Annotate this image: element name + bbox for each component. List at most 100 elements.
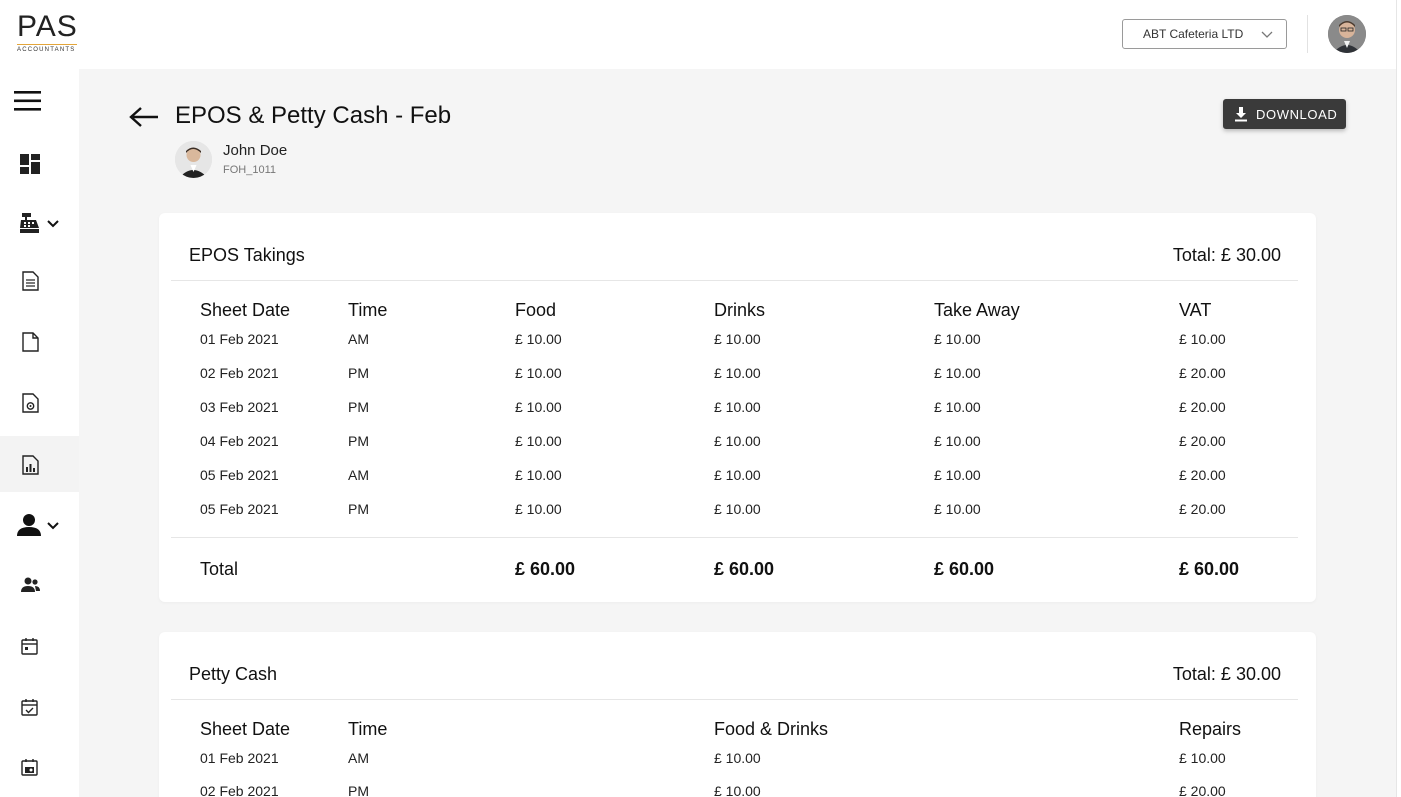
column-header-take-away: Take Away <box>934 300 1020 320</box>
epos-cell-drinks: £ 10.00 <box>714 399 761 415</box>
page-title: EPOS & Petty Cash - Feb <box>175 102 452 129</box>
sidebar-item-reports[interactable] <box>22 383 42 423</box>
back-arrow-icon[interactable] <box>128 104 162 130</box>
account-avatar-image <box>1328 15 1366 53</box>
pas-logo[interactable]: PAS ACCOUNTANTS <box>17 12 79 58</box>
epos-cell-food: £ 10.00 <box>515 331 562 347</box>
sidebar-menu-toggle[interactable] <box>13 81 53 121</box>
sidebar-item-epos[interactable] <box>18 203 63 243</box>
epos-cell-food: £ 10.00 <box>515 467 562 483</box>
epos-cell-vat: £ 20.00 <box>1179 433 1226 449</box>
epos-cell-drinks: £ 10.00 <box>714 331 761 347</box>
petty-cell-time: AM <box>348 750 369 766</box>
download-icon <box>1235 107 1247 122</box>
document-icon <box>22 332 39 352</box>
column-header-sheet-date: Sheet Date <box>200 300 291 320</box>
document-settings-icon <box>22 393 39 413</box>
petty-header-divider <box>171 699 1298 700</box>
dashboard-icon <box>20 154 40 174</box>
epos-total-food: £ 60.00 <box>515 559 576 579</box>
epos-total-take-away: £ 60.00 <box>934 559 995 579</box>
sidebar-item-people[interactable] <box>16 505 64 545</box>
epos-total-vat: £ 60.00 <box>1179 559 1240 579</box>
epos-cell-sheet-date: 03 Feb 2021 <box>200 399 279 415</box>
epos-cell-vat: £ 20.00 <box>1179 365 1226 381</box>
epos-cell-vat: £ 10.00 <box>1179 331 1226 347</box>
epos-cell-vat: £ 20.00 <box>1179 501 1226 517</box>
user-name: John Doe <box>223 142 288 159</box>
epos-cell-sheet-date: 01 Feb 2021 <box>200 331 279 347</box>
scrollbar-track[interactable] <box>1396 0 1401 797</box>
sidebar-item-staff[interactable] <box>20 565 44 605</box>
petty-card-total: Total: £ 30.00 <box>1172 664 1281 684</box>
epos-cell-take-away: £ 10.00 <box>934 331 981 347</box>
epos-cell-vat: £ 20.00 <box>1179 467 1226 483</box>
account-avatar[interactable] <box>1328 15 1366 53</box>
epos-cell-food: £ 10.00 <box>515 433 562 449</box>
sidebar-item-documents[interactable] <box>22 322 42 362</box>
column-header-food: Food <box>515 300 557 320</box>
epos-cell-food: £ 10.00 <box>515 365 562 381</box>
epos-cell-time: PM <box>348 501 369 517</box>
company-select[interactable]: ABT Cafeteria LTD <box>1122 19 1287 49</box>
epos-cell-sheet-date: 02 Feb 2021 <box>200 365 279 381</box>
petty-cell-food-drinks: £ 10.00 <box>714 783 761 797</box>
epos-cell-vat: £ 20.00 <box>1179 399 1226 415</box>
epos-cell-take-away: £ 10.00 <box>934 433 981 449</box>
calendar-icon <box>21 638 38 655</box>
epos-cell-sheet-date: 05 Feb 2021 <box>200 467 279 483</box>
epos-cell-drinks: £ 10.00 <box>714 365 761 381</box>
user-code: FOH_1011 <box>223 164 276 176</box>
petty-cash-card: Petty Cash Total: £ 30.00 Sheet Date Tim… <box>159 632 1316 797</box>
sidebar-item-analytics[interactable] <box>22 445 42 485</box>
epos-cell-take-away: £ 10.00 <box>934 467 981 483</box>
epos-cell-time: PM <box>348 365 369 381</box>
sidebar-item-sheets[interactable] <box>22 261 42 301</box>
sidebar-item-rota[interactable] <box>21 747 41 787</box>
epos-cell-time: PM <box>348 433 369 449</box>
column-header-sheet-date: Sheet Date <box>200 719 291 739</box>
petty-cell-time: PM <box>348 783 369 797</box>
sidebar-item-calendar[interactable] <box>21 626 41 666</box>
epos-header-divider <box>171 280 1298 281</box>
download-button[interactable]: DOWNLOAD <box>1223 99 1346 129</box>
epos-takings-card: EPOS Takings Total: £ 30.00 Sheet Date T… <box>159 213 1316 602</box>
epos-card-total: Total: £ 30.00 <box>1172 245 1281 265</box>
top-bar: PAS ACCOUNTANTS ABT Cafeteria LTD <box>0 0 1396 69</box>
epos-cell-food: £ 10.00 <box>515 399 562 415</box>
report-chart-icon <box>22 455 39 475</box>
person-icon <box>17 514 41 536</box>
epos-cell-take-away: £ 10.00 <box>934 501 981 517</box>
epos-cell-time: PM <box>348 399 369 415</box>
sidebar-item-schedule[interactable] <box>21 687 41 727</box>
user-avatar-image <box>175 141 212 178</box>
logo-sub-text: ACCOUNTANTS <box>17 47 76 53</box>
column-header-drinks: Drinks <box>714 300 766 320</box>
epos-cell-drinks: £ 10.00 <box>714 501 761 517</box>
petty-card-title: Petty Cash <box>189 664 278 684</box>
calendar-check-icon <box>21 699 38 716</box>
epos-cell-sheet-date: 05 Feb 2021 <box>200 501 279 517</box>
epos-cell-food: £ 10.00 <box>515 501 562 517</box>
column-header-vat: VAT <box>1179 300 1212 320</box>
chevron-down-icon <box>1261 31 1273 38</box>
download-button-label: DOWNLOAD <box>1256 106 1338 122</box>
people-icon <box>21 577 40 592</box>
column-header-time: Time <box>348 300 388 320</box>
epos-cell-take-away: £ 10.00 <box>934 399 981 415</box>
epos-total-drinks: £ 60.00 <box>714 559 775 579</box>
chevron-down-icon <box>47 220 59 228</box>
petty-cell-sheet-date: 02 Feb 2021 <box>200 783 279 797</box>
epos-totals-label: Total <box>200 559 239 579</box>
topbar-divider <box>1307 15 1308 53</box>
epos-cell-sheet-date: 04 Feb 2021 <box>200 433 279 449</box>
petty-cell-repairs: £ 10.00 <box>1179 750 1226 766</box>
epos-cell-drinks: £ 10.00 <box>714 433 761 449</box>
epos-cell-time: AM <box>348 331 369 347</box>
epos-cell-time: AM <box>348 467 369 483</box>
menu-icon <box>14 91 41 111</box>
logo-accent-line <box>17 44 77 45</box>
column-header-time: Time <box>348 719 388 739</box>
sidebar-item-dashboard[interactable] <box>19 144 49 184</box>
document-lines-icon <box>22 271 39 291</box>
